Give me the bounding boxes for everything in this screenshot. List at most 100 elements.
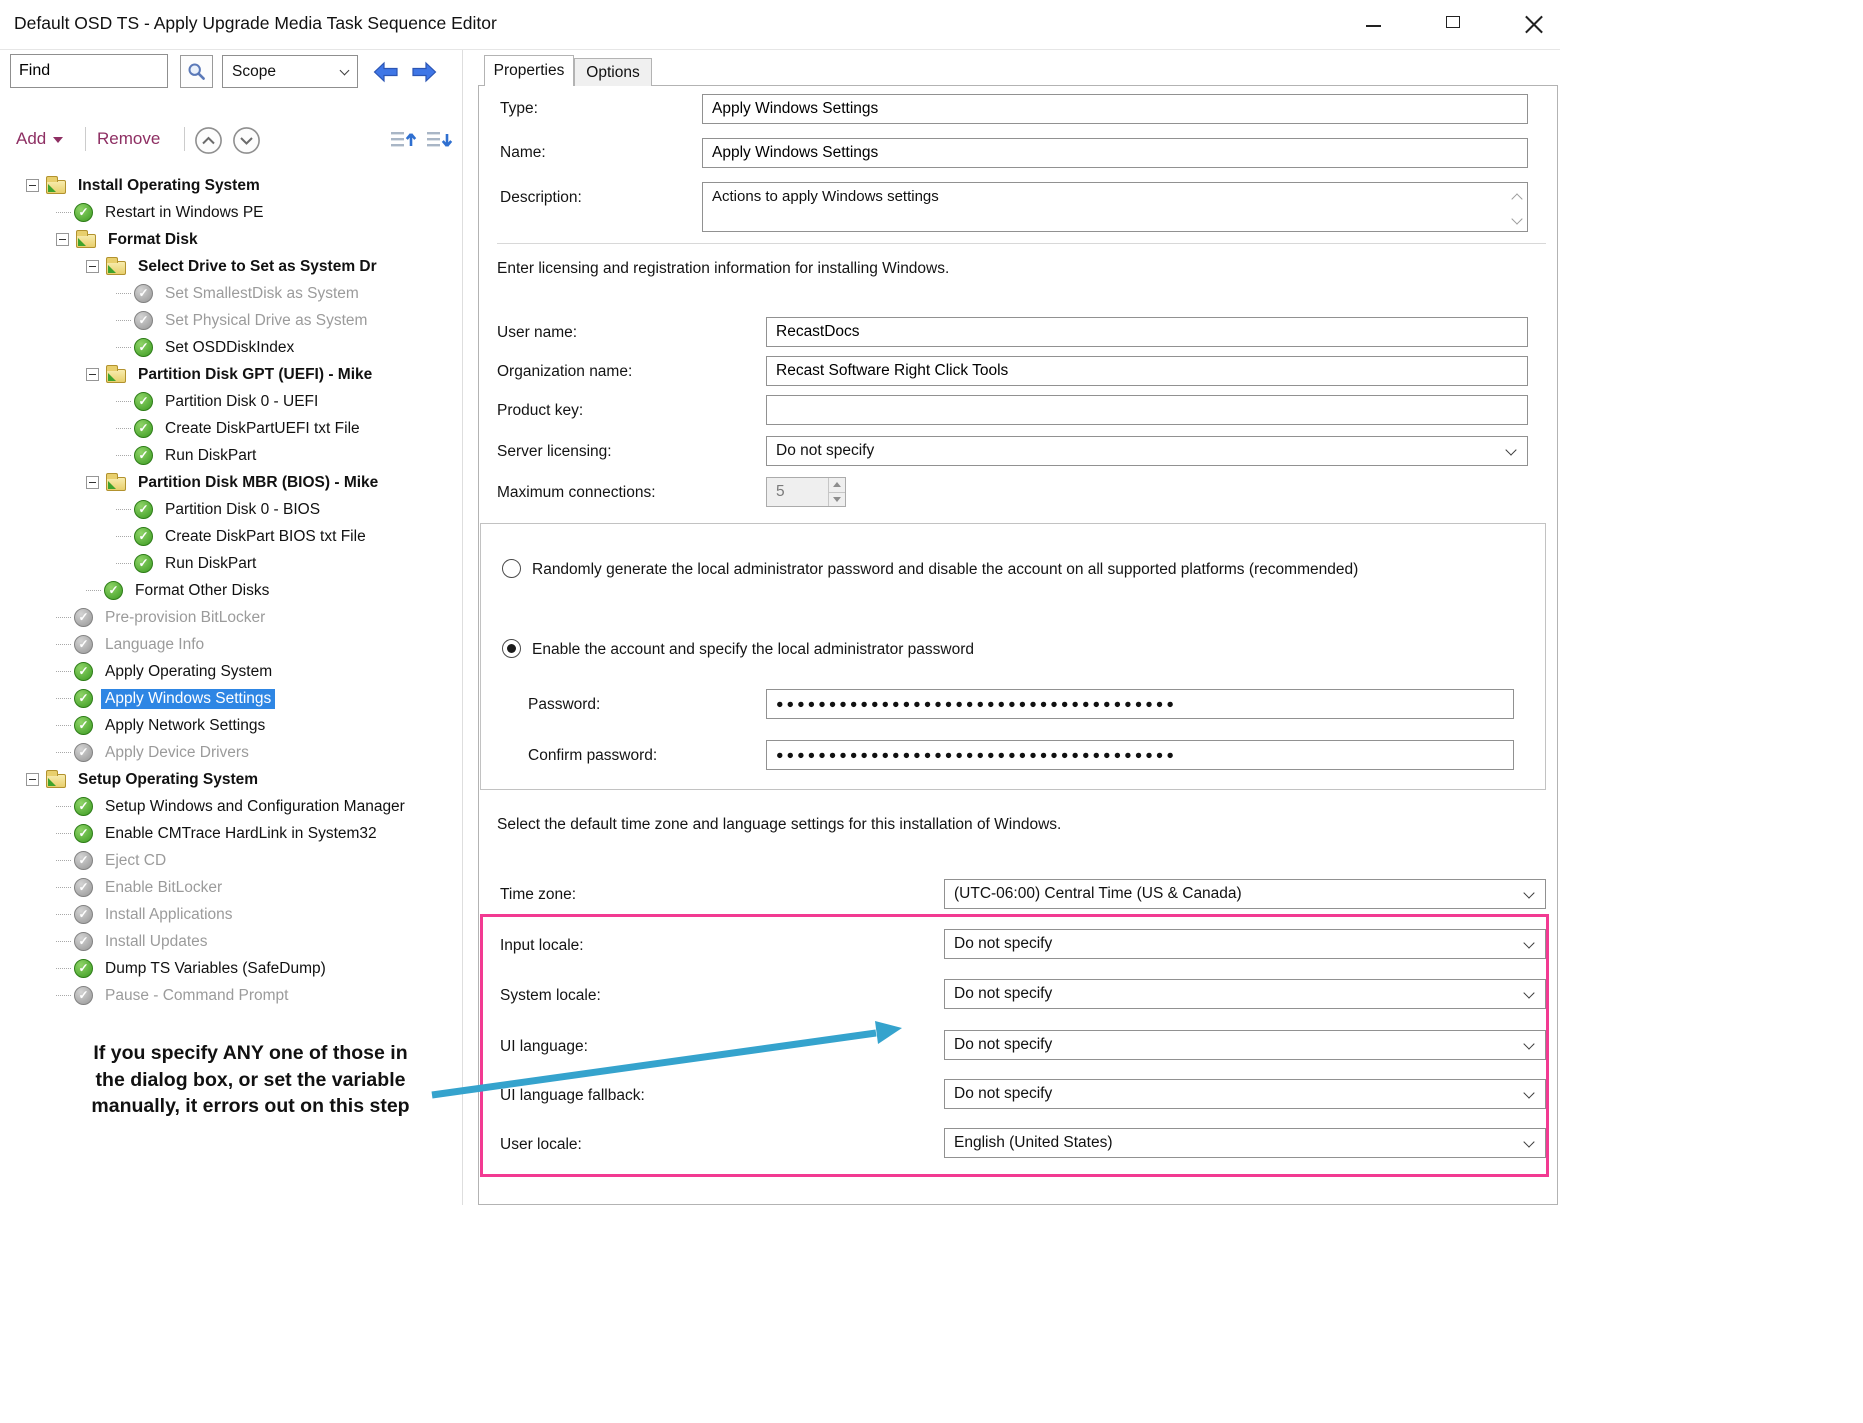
tree-item-label: Run DiskPart bbox=[161, 446, 260, 466]
scroll-up-icon[interactable] bbox=[1511, 193, 1522, 204]
server-licensing-label: Server licensing: bbox=[497, 443, 612, 461]
tree-item[interactable]: Restart in Windows PE bbox=[0, 199, 462, 226]
tree-item-label: Apply Device Drivers bbox=[101, 743, 253, 763]
step-disabled-check-icon bbox=[74, 905, 93, 924]
user-locale-select[interactable]: English (United States) bbox=[944, 1128, 1546, 1158]
tree-item[interactable]: Set Physical Drive as System bbox=[0, 307, 462, 334]
tree-item[interactable]: Run DiskPart bbox=[0, 442, 462, 469]
scope-select[interactable]: Scope bbox=[222, 55, 358, 88]
tree-item[interactable]: Set OSDDiskIndex bbox=[0, 334, 462, 361]
tree-item[interactable]: Setup Windows and Configuration Manager bbox=[0, 793, 462, 820]
tree-item[interactable]: Create DiskPartUEFI txt File bbox=[0, 415, 462, 442]
tree-item[interactable]: Pre-provision BitLocker bbox=[0, 604, 462, 631]
tree-item[interactable]: Set SmallestDisk as System bbox=[0, 280, 462, 307]
tree-item[interactable]: Apply Windows Settings bbox=[0, 685, 462, 712]
tree-item[interactable]: Format Disk bbox=[0, 226, 462, 253]
tree-item[interactable]: Select Drive to Set as System Dr bbox=[0, 253, 462, 280]
tree-item[interactable]: Partition Disk GPT (UEFI) - Mike bbox=[0, 361, 462, 388]
arrow-left-icon bbox=[372, 61, 399, 83]
user-locale-label: User locale: bbox=[500, 1136, 582, 1154]
tree-expander-icon[interactable] bbox=[56, 233, 69, 246]
maximum-connections-value: 5 bbox=[767, 478, 828, 506]
tree-item[interactable]: Eject CD bbox=[0, 847, 462, 874]
tree-item[interactable]: Install Applications bbox=[0, 901, 462, 928]
tab-options[interactable]: Options bbox=[574, 58, 652, 86]
tree-expander-icon[interactable] bbox=[86, 476, 99, 489]
tree-item-label: Partition Disk GPT (UEFI) - Mike bbox=[134, 365, 376, 385]
tree-item-label: Apply Network Settings bbox=[101, 716, 269, 736]
tree-item-label: Select Drive to Set as System Dr bbox=[134, 257, 381, 277]
description-field[interactable]: Actions to apply Windows settings bbox=[702, 182, 1528, 232]
tree-item[interactable]: Enable CMTrace HardLink in System32 bbox=[0, 820, 462, 847]
tree-item[interactable]: Pause - Command Prompt bbox=[0, 982, 462, 1009]
step-enabled-check-icon bbox=[104, 581, 123, 600]
titlebar: Default OSD TS - Apply Upgrade Media Tas… bbox=[0, 0, 1560, 50]
tree-item[interactable]: Install Updates bbox=[0, 928, 462, 955]
enable-account-radio[interactable] bbox=[502, 639, 521, 658]
step-disabled-check-icon bbox=[134, 311, 153, 330]
tree-item[interactable]: Partition Disk MBR (BIOS) - Mike bbox=[0, 469, 462, 496]
tree-item-label: Install Operating System bbox=[74, 176, 264, 196]
tree-item[interactable]: Apply Operating System bbox=[0, 658, 462, 685]
move-down-button[interactable] bbox=[424, 126, 454, 154]
tree-expander-icon[interactable] bbox=[26, 179, 39, 192]
system-locale-select[interactable]: Do not specify bbox=[944, 979, 1546, 1009]
tree-item[interactable]: Run DiskPart bbox=[0, 550, 462, 577]
expand-all-button[interactable] bbox=[232, 126, 261, 155]
user-name-field[interactable] bbox=[766, 317, 1528, 347]
confirm-password-field[interactable]: ●●●●●●●●●●●●●●●●●●●●●●●●●●●●●●●●●●●●●● bbox=[766, 740, 1514, 770]
tree-item[interactable]: Format Other Disks bbox=[0, 577, 462, 604]
name-field[interactable] bbox=[702, 138, 1528, 168]
tree-expander-icon[interactable] bbox=[26, 773, 39, 786]
organization-name-field[interactable] bbox=[766, 356, 1528, 386]
find-input[interactable] bbox=[10, 54, 168, 88]
tree-item[interactable]: Create DiskPart BIOS txt File bbox=[0, 523, 462, 550]
close-icon[interactable] bbox=[1524, 13, 1544, 35]
search-button[interactable] bbox=[180, 55, 213, 88]
random-password-radio[interactable] bbox=[502, 559, 521, 578]
ui-language-fallback-select[interactable]: Do not specify bbox=[944, 1079, 1546, 1109]
time-zone-select[interactable]: (UTC-06:00) Central Time (US & Canada) bbox=[944, 879, 1546, 909]
tree-item[interactable]: Apply Device Drivers bbox=[0, 739, 462, 766]
system-locale-label: System locale: bbox=[500, 987, 601, 1005]
tree-item[interactable]: Partition Disk 0 - UEFI bbox=[0, 388, 462, 415]
spinner-down-icon[interactable] bbox=[829, 493, 845, 507]
tree-item-label: Partition Disk 0 - UEFI bbox=[161, 392, 322, 412]
server-licensing-select[interactable]: Do not specify bbox=[766, 436, 1528, 466]
input-locale-label: Input locale: bbox=[500, 937, 584, 955]
move-up-button[interactable] bbox=[388, 126, 418, 154]
tree-item[interactable]: Setup Operating System bbox=[0, 766, 462, 793]
password-field[interactable]: ●●●●●●●●●●●●●●●●●●●●●●●●●●●●●●●●●●●●●● bbox=[766, 689, 1514, 719]
step-enabled-check-icon bbox=[134, 554, 153, 573]
forward-button[interactable] bbox=[407, 56, 442, 87]
tree-connector-line bbox=[56, 941, 71, 942]
tree-item[interactable]: Apply Network Settings bbox=[0, 712, 462, 739]
chevron-up-circle-icon bbox=[194, 126, 223, 155]
tree-expander-icon[interactable] bbox=[86, 368, 99, 381]
maximum-connections-spinner[interactable]: 5 bbox=[766, 477, 846, 507]
description-label: Description: bbox=[500, 189, 582, 207]
ui-language-select[interactable]: Do not specify bbox=[944, 1030, 1546, 1060]
minimize-icon[interactable] bbox=[1366, 25, 1381, 27]
tree-item[interactable]: Language Info bbox=[0, 631, 462, 658]
step-enabled-check-icon bbox=[74, 716, 93, 735]
spinner-up-icon[interactable] bbox=[829, 478, 845, 493]
timezone-info-text: Select the default time zone and languag… bbox=[497, 816, 1061, 834]
scroll-down-icon[interactable] bbox=[1511, 213, 1522, 224]
remove-button[interactable]: Remove bbox=[97, 129, 160, 149]
tree-item[interactable]: Dump TS Variables (SafeDump) bbox=[0, 955, 462, 982]
type-field[interactable] bbox=[702, 94, 1528, 124]
tree-item-label: Pause - Command Prompt bbox=[101, 986, 293, 1006]
collapse-all-button[interactable] bbox=[194, 126, 223, 155]
tree-item[interactable]: Install Operating System bbox=[0, 172, 462, 199]
add-button[interactable]: Add bbox=[16, 129, 63, 149]
tab-properties[interactable]: Properties bbox=[484, 55, 574, 86]
maximize-icon[interactable] bbox=[1446, 16, 1460, 28]
tree-item-label: Pre-provision BitLocker bbox=[101, 608, 269, 628]
tree-item[interactable]: Partition Disk 0 - BIOS bbox=[0, 496, 462, 523]
input-locale-select[interactable]: Do not specify bbox=[944, 929, 1546, 959]
tree-expander-icon[interactable] bbox=[86, 260, 99, 273]
product-key-field[interactable] bbox=[766, 395, 1528, 425]
back-button[interactable] bbox=[368, 56, 403, 87]
tree-item[interactable]: Enable BitLocker bbox=[0, 874, 462, 901]
